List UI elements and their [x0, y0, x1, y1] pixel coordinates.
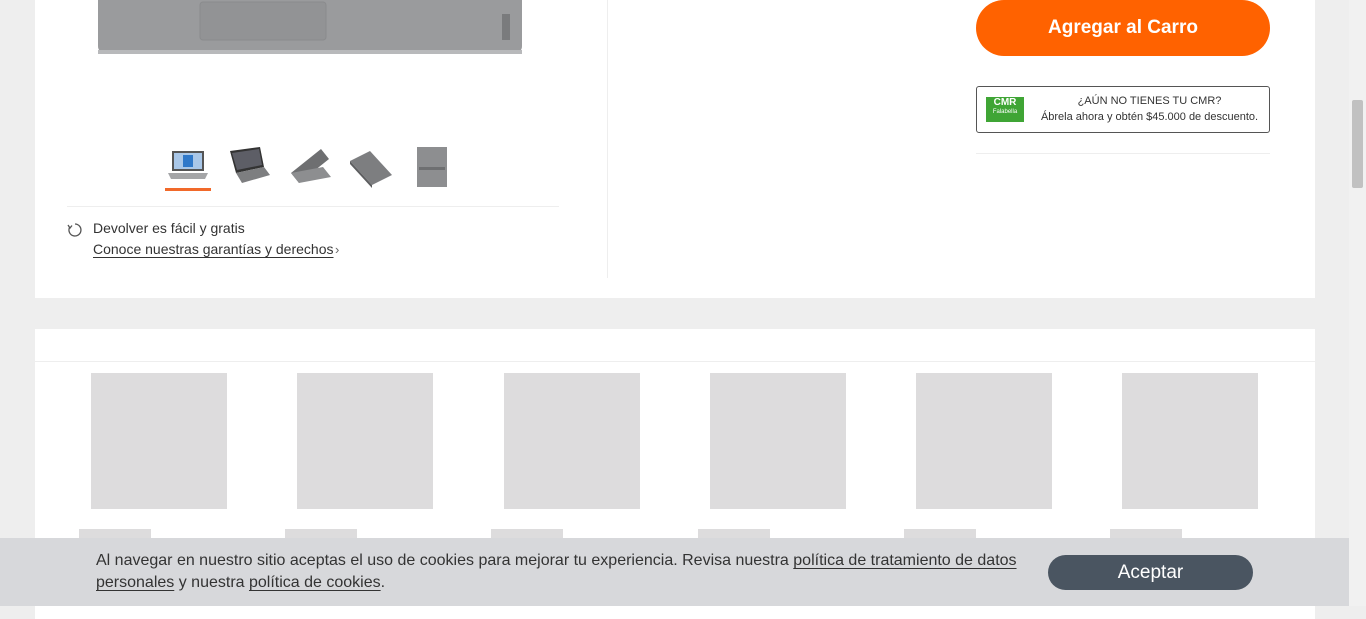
cmr-promo-subtitle: Ábrela ahora y obtén $45.000 de descuent… — [1040, 111, 1259, 123]
return-arrow-icon — [67, 223, 82, 237]
product-image-placeholder — [91, 373, 227, 509]
gallery-divider — [607, 0, 608, 278]
laptop-angle-thumbnail[interactable] — [226, 145, 272, 189]
guarantees-link[interactable]: Conoce nuestras garantías y derechos — [93, 241, 333, 257]
thumbnail-strip — [165, 145, 455, 191]
accept-cookies-button[interactable]: Aceptar — [1048, 555, 1253, 590]
cmr-promo-title: ¿AÚN NO TIENES TU CMR? — [1077, 95, 1222, 107]
product-main-image[interactable] — [90, 0, 530, 60]
laptop-side-thumbnail[interactable] — [287, 145, 333, 189]
product-image-placeholder — [1122, 373, 1258, 509]
cmr-logo-text: CMR — [993, 97, 1017, 108]
product-image-placeholder — [504, 373, 640, 509]
laptop-lid-thumbnail[interactable] — [409, 145, 455, 189]
product-image-placeholder — [710, 373, 846, 509]
cookie-message: Al navegar en nuestro sitio aceptas el u… — [96, 550, 1026, 594]
cmr-logo: CMR Falabella — [986, 97, 1024, 122]
cmr-logo-sub: Falabella — [992, 109, 1018, 115]
add-to-cart-button[interactable]: Agregar al Carro — [976, 0, 1270, 56]
product-card: Devolver es fácil y gratis Conoce nuestr… — [35, 0, 1315, 298]
section-header-separator — [35, 361, 1315, 362]
vertical-scrollbar[interactable] — [1349, 0, 1366, 606]
product-image-placeholder — [297, 373, 433, 509]
cmr-promo-banner[interactable]: CMR Falabella ¿AÚN NO TIENES TU CMR? Ábr… — [976, 86, 1270, 133]
chevron-right-icon[interactable]: › — [335, 242, 339, 257]
cookie-text-middle: y nuestra — [174, 574, 249, 591]
right-separator — [976, 153, 1270, 154]
returns-text: Devolver es fácil y gratis — [93, 220, 245, 236]
laptop-folded-thumbnail[interactable] — [348, 145, 394, 189]
cookie-consent-bar: Al navegar en nuestro sitio aceptas el u… — [0, 538, 1349, 606]
scrollbar-thumb[interactable] — [1352, 100, 1363, 188]
gallery-separator — [67, 206, 559, 207]
laptop-front-thumbnail[interactable] — [165, 145, 211, 191]
cookie-policy-link[interactable]: política de cookies — [249, 574, 381, 591]
product-image-placeholder — [916, 373, 1052, 509]
cookie-text-before: Al navegar en nuestro sitio aceptas el u… — [96, 552, 794, 569]
cookie-text-after: . — [380, 574, 386, 591]
